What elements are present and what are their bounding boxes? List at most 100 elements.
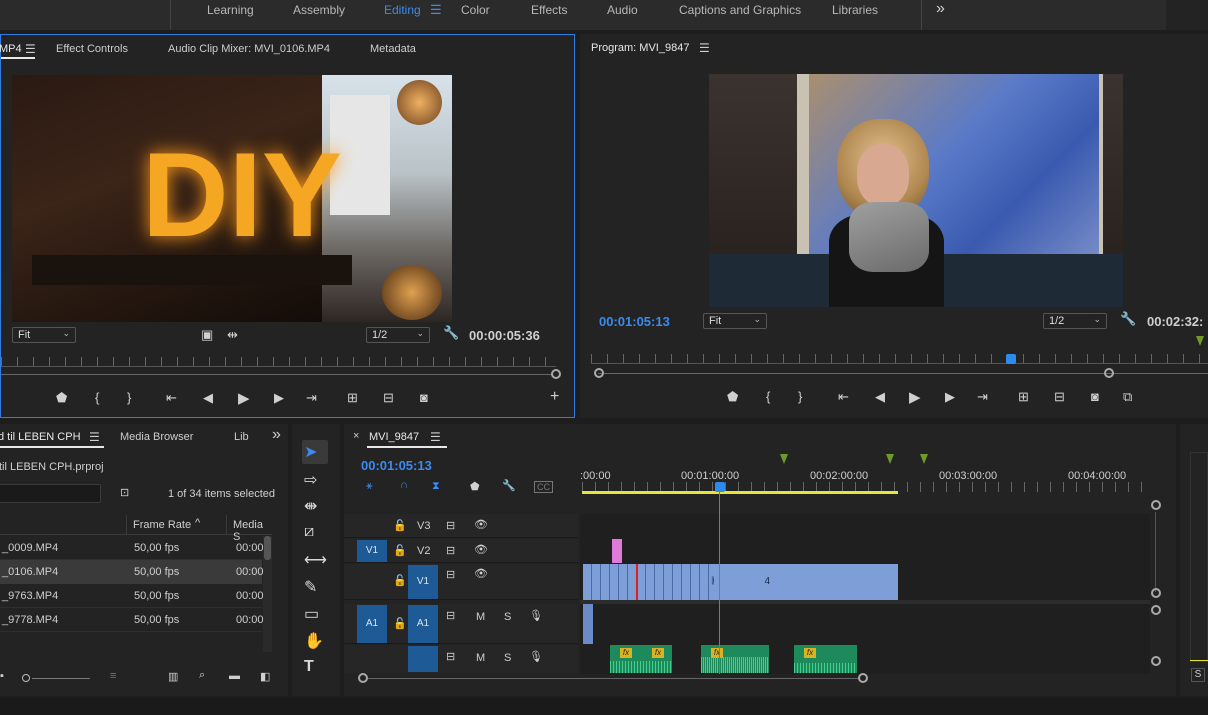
solo-button[interactable]: S xyxy=(504,652,511,664)
tab-project[interactable]: d til LEBEN CPH xyxy=(0,431,81,443)
workspace-tab-captions[interactable]: Captions and Graphics xyxy=(679,3,801,17)
wrench-icon[interactable]: 🔧 xyxy=(1120,311,1136,327)
fit-dropdown[interactable]: Fit ⌄ xyxy=(12,327,76,343)
solo-button[interactable]: S xyxy=(504,611,511,623)
resolution-dropdown[interactable]: 1/2 ⌄ xyxy=(366,327,430,343)
tab-sequence[interactable]: MVI_9847 xyxy=(369,431,419,443)
workspace-menu-icon[interactable]: ☰ xyxy=(430,2,442,18)
track-target-v1[interactable]: V1 xyxy=(408,565,438,599)
workspace-tab-color[interactable]: Color xyxy=(461,3,490,17)
automate-to-sequence-icon[interactable]: ▥ xyxy=(168,670,178,683)
mark-in-icon[interactable]: { xyxy=(766,389,770,404)
workspace-tab-audio[interactable]: Audio xyxy=(607,3,638,17)
sequence-timecode[interactable]: 00:01:05:13 xyxy=(361,458,432,473)
rectangle-tool-icon[interactable]: ▭ xyxy=(304,604,319,624)
sync-lock-icon[interactable]: ⊟ xyxy=(446,609,455,622)
lock-icon[interactable]: 🔓 xyxy=(393,544,407,557)
table-row[interactable]: _9763.MP4 50,00 fps 00:00 xyxy=(0,584,264,608)
tab-source[interactable]: MP4 xyxy=(0,43,22,55)
source-zoom-bar[interactable] xyxy=(1,374,553,375)
scroll-track[interactable] xyxy=(1155,512,1156,592)
extract-icon[interactable]: ⊟ xyxy=(1054,389,1065,405)
marker-icon[interactable] xyxy=(920,454,928,464)
sync-lock-icon[interactable]: ⊟ xyxy=(446,544,455,557)
eye-icon[interactable]: 👁 xyxy=(474,518,488,531)
export-frame-icon[interactable]: ◙ xyxy=(1091,389,1099,404)
zoom-handle-left[interactable] xyxy=(358,673,368,683)
scroll-handle[interactable] xyxy=(1151,588,1161,598)
zoom-slider-track[interactable] xyxy=(32,678,90,679)
lift-icon[interactable]: ⊞ xyxy=(1018,389,1029,405)
program-time-ruler[interactable] xyxy=(591,354,1208,364)
insert-icon[interactable]: ⊞ xyxy=(347,390,358,406)
add-marker-icon[interactable]: ⬟ xyxy=(56,390,67,406)
snap-icon[interactable]: ∩ xyxy=(400,479,408,491)
safe-margins-icon[interactable]: ▣ xyxy=(201,327,213,343)
lock-icon[interactable]: 🔓 xyxy=(393,519,407,532)
go-to-in-icon[interactable]: ⇤ xyxy=(838,389,849,405)
workspace-tab-editing[interactable]: Editing xyxy=(384,3,421,17)
add-marker-icon[interactable]: ⬟ xyxy=(470,480,480,493)
track-target-a2[interactable] xyxy=(408,646,438,672)
zoom-handle-right[interactable] xyxy=(858,673,868,683)
step-back-icon[interactable]: ◀ xyxy=(203,390,213,406)
wrench-icon[interactable]: 🔧 xyxy=(443,325,459,341)
scroll-handle[interactable] xyxy=(1151,500,1161,510)
sort-icon[interactable]: ≡ xyxy=(110,670,116,682)
mark-out-icon[interactable]: } xyxy=(798,389,802,404)
new-search-bin-icon[interactable]: ⊡ xyxy=(120,486,129,499)
microphone-icon[interactable]: 🎙 xyxy=(529,609,543,622)
nest-icon[interactable]: ⚹ xyxy=(366,480,373,493)
step-forward-icon[interactable]: ▶ xyxy=(274,390,284,406)
go-to-out-icon[interactable]: ⇥ xyxy=(977,389,988,405)
zoom-handle[interactable] xyxy=(551,369,561,379)
scroll-handle[interactable] xyxy=(1151,605,1161,615)
solo-button[interactable]: S xyxy=(1191,668,1205,682)
work-area-bar[interactable] xyxy=(582,491,898,494)
video-clip-body[interactable] xyxy=(714,564,764,600)
tab-media-browser[interactable]: Media Browser xyxy=(120,431,193,443)
resolution-dropdown[interactable]: 1/2 ⌄ xyxy=(1043,313,1107,329)
zoom-bar[interactable] xyxy=(368,678,858,679)
video-audio-divider[interactable] xyxy=(580,600,1150,604)
audio-clip[interactable]: fx fx xyxy=(610,645,672,673)
step-back-icon[interactable]: ◀ xyxy=(875,389,885,405)
workspace-tab-libraries[interactable]: Libraries xyxy=(832,3,878,17)
audio-clip[interactable] xyxy=(583,604,593,644)
scroll-handle[interactable] xyxy=(1151,656,1161,666)
playhead-handle[interactable] xyxy=(715,482,725,492)
scrollbar-thumb[interactable] xyxy=(264,536,271,560)
go-to-in-icon[interactable]: ⇤ xyxy=(166,390,177,406)
close-sequence-icon[interactable]: × xyxy=(353,430,359,442)
step-forward-icon[interactable]: ▶ xyxy=(945,389,955,405)
hand-tool-icon[interactable]: ✋ xyxy=(304,631,324,651)
razor-tool-icon[interactable]: ⧄ xyxy=(304,523,314,541)
sync-lock-icon[interactable]: ⊟ xyxy=(446,519,455,532)
panel-menu-icon[interactable]: ☰ xyxy=(25,42,36,56)
find-icon[interactable]: ⌕ xyxy=(199,669,205,682)
lock-icon[interactable]: 🔓 xyxy=(393,617,407,630)
table-row-selected[interactable]: _0106.MP4 50,00 fps 00:00 xyxy=(0,560,264,584)
selection-tool-icon[interactable]: ➤ xyxy=(304,442,317,462)
fit-dropdown[interactable]: Fit ⌄ xyxy=(703,313,767,329)
panel-menu-icon[interactable]: ☰ xyxy=(430,430,441,444)
audio-clip[interactable]: fx xyxy=(794,645,857,673)
mute-button[interactable]: M xyxy=(476,652,485,664)
comparison-view-icon[interactable]: ⧉ xyxy=(1123,389,1132,405)
marker-icon[interactable] xyxy=(1196,336,1204,346)
drop-frame-icon[interactable]: ⇹ xyxy=(227,327,238,343)
linked-selection-icon[interactable]: ⧗ xyxy=(432,480,440,493)
tab-effect-controls[interactable]: Effect Controls xyxy=(56,43,128,55)
program-timecode[interactable]: 00:01:05:13 xyxy=(599,314,670,329)
mark-out-icon[interactable]: } xyxy=(127,390,131,405)
list-view-icon[interactable]: ▪ xyxy=(0,670,4,682)
zoom-slider-handle[interactable] xyxy=(22,674,30,682)
tab-audio-clip-mixer[interactable]: Audio Clip Mixer: MVI_0106.MP4 xyxy=(168,43,330,55)
add-button[interactable]: + xyxy=(550,388,559,406)
table-row[interactable]: _9778.MP4 50,00 fps 00:00 xyxy=(0,608,264,632)
tab-metadata[interactable]: Metadata xyxy=(370,43,416,55)
ripple-edit-tool-icon[interactable]: ⇼ xyxy=(304,496,317,516)
new-bin-icon[interactable]: ▬ xyxy=(229,670,240,682)
track-target-a1[interactable]: A1 xyxy=(408,605,438,643)
settings-icon[interactable]: 🔧 xyxy=(502,479,516,492)
